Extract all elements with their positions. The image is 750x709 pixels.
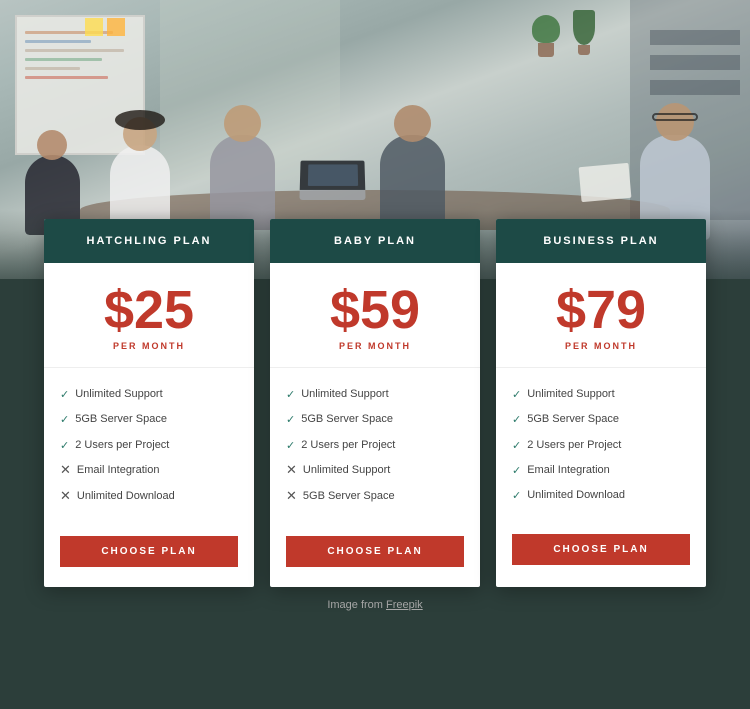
business-feature-5: ✓ Unlimited Download [512, 483, 690, 508]
check-icon: ✓ [512, 388, 521, 402]
check-icon: ✓ [512, 439, 521, 453]
baby-feature-4: ✕ Unlimited Support [286, 458, 464, 484]
check-icon: ✓ [512, 489, 521, 503]
laptop-decoration [299, 161, 365, 200]
cross-icon: ✕ [286, 462, 297, 479]
baby-feature-3-text: 2 Users per Project [301, 438, 395, 452]
check-icon: ✓ [286, 439, 295, 453]
baby-feature-2-text: 5GB Server Space [301, 412, 393, 426]
business-feature-1: ✓ Unlimited Support [512, 382, 690, 407]
baby-features-list: ✓ Unlimited Support ✓ 5GB Server Space ✓… [270, 368, 480, 524]
hatchling-price-section: $25 PER MONTH [44, 263, 254, 368]
cross-icon: ✕ [60, 488, 71, 505]
baby-plan-title: BABY PLAN [334, 235, 416, 247]
baby-price: $59 [280, 283, 470, 337]
page-wrapper: HATCHLING PLAN $25 PER MONTH ✓ Unlimited… [0, 0, 750, 709]
plant-decoration-2 [573, 10, 595, 55]
business-price-section: $79 PER MONTH [496, 263, 706, 368]
check-icon: ✓ [286, 388, 295, 402]
business-feature-4-text: Email Integration [527, 463, 610, 477]
plans-container: HATCHLING PLAN $25 PER MONTH ✓ Unlimited… [4, 249, 746, 587]
hatchling-feature-2-text: 5GB Server Space [75, 412, 167, 426]
footer-link[interactable]: Freepik [386, 599, 423, 611]
business-choose-button[interactable]: CHOOSE PLAN [512, 534, 690, 565]
business-feature-3-text: 2 Users per Project [527, 438, 621, 452]
baby-feature-2: ✓ 5GB Server Space [286, 407, 464, 432]
baby-feature-5-text: 5GB Server Space [303, 489, 395, 503]
baby-feature-3: ✓ 2 Users per Project [286, 433, 464, 458]
business-features-list: ✓ Unlimited Support ✓ 5GB Server Space ✓… [496, 368, 706, 522]
baby-plan-card: BABY PLAN $59 PER MONTH ✓ Unlimited Supp… [270, 219, 480, 587]
hatchling-choose-button[interactable]: CHOOSE PLAN [60, 536, 238, 567]
business-feature-3: ✓ 2 Users per Project [512, 433, 690, 458]
business-feature-4: ✓ Email Integration [512, 458, 690, 483]
check-icon: ✓ [512, 464, 521, 478]
hatchling-feature-3-text: 2 Users per Project [75, 438, 169, 452]
baby-plan-footer: CHOOSE PLAN [270, 524, 480, 587]
hatchling-feature-4-text: Email Integration [77, 463, 160, 477]
baby-feature-1: ✓ Unlimited Support [286, 382, 464, 407]
baby-choose-button[interactable]: CHOOSE PLAN [286, 536, 464, 567]
baby-feature-4-text: Unlimited Support [303, 463, 390, 477]
hatchling-feature-5: ✕ Unlimited Download [60, 484, 238, 510]
cross-icon: ✕ [286, 488, 297, 505]
baby-feature-5: ✕ 5GB Server Space [286, 484, 464, 510]
check-icon: ✓ [60, 413, 69, 427]
hatchling-features-list: ✓ Unlimited Support ✓ 5GB Server Space ✓… [44, 368, 254, 524]
business-feature-2-text: 5GB Server Space [527, 412, 619, 426]
plant-decoration [532, 15, 560, 57]
business-plan-footer: CHOOSE PLAN [496, 522, 706, 585]
business-feature-5-text: Unlimited Download [527, 488, 625, 502]
check-icon: ✓ [286, 413, 295, 427]
hatchling-feature-5-text: Unlimited Download [77, 489, 175, 503]
hatchling-plan-footer: CHOOSE PLAN [44, 524, 254, 587]
business-plan-card: BUSINESS PLAN $79 PER MONTH ✓ Unlimited … [496, 219, 706, 587]
hatchling-feature-4: ✕ Email Integration [60, 458, 238, 484]
check-icon: ✓ [60, 439, 69, 453]
hatchling-plan-title: HATCHLING PLAN [87, 235, 212, 247]
hatchling-plan-header: HATCHLING PLAN [44, 219, 254, 263]
footer-text: Image from [327, 599, 386, 611]
pricing-section: HATCHLING PLAN $25 PER MONTH ✓ Unlimited… [0, 279, 750, 709]
business-period: PER MONTH [506, 341, 696, 351]
hatchling-feature-1-text: Unlimited Support [75, 387, 162, 401]
hatchling-feature-2: ✓ 5GB Server Space [60, 407, 238, 432]
business-plan-header: BUSINESS PLAN [496, 219, 706, 263]
hatchling-plan-card: HATCHLING PLAN $25 PER MONTH ✓ Unlimited… [44, 219, 254, 587]
business-feature-1-text: Unlimited Support [527, 387, 614, 401]
baby-price-section: $59 PER MONTH [270, 263, 480, 368]
hatchling-feature-1: ✓ Unlimited Support [60, 382, 238, 407]
baby-feature-1-text: Unlimited Support [301, 387, 388, 401]
check-icon: ✓ [60, 388, 69, 402]
check-icon: ✓ [512, 413, 521, 427]
business-feature-2: ✓ 5GB Server Space [512, 407, 690, 432]
business-plan-title: BUSINESS PLAN [543, 235, 658, 247]
baby-period: PER MONTH [280, 341, 470, 351]
baby-plan-header: BABY PLAN [270, 219, 480, 263]
footer-credit: Image from Freepik [0, 587, 750, 617]
cross-icon: ✕ [60, 462, 71, 479]
hatchling-period: PER MONTH [54, 341, 244, 351]
hatchling-price: $25 [54, 283, 244, 337]
hatchling-feature-3: ✓ 2 Users per Project [60, 433, 238, 458]
business-price: $79 [506, 283, 696, 337]
